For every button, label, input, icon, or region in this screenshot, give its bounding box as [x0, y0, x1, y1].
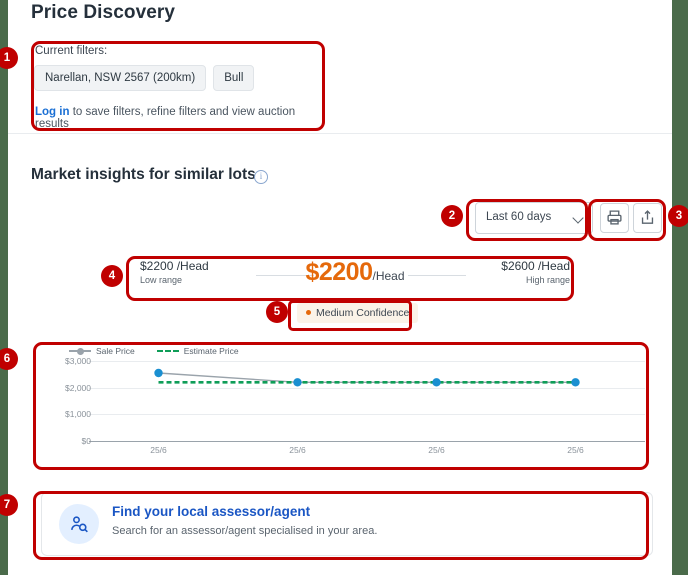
main-price-unit: /Head	[372, 269, 405, 283]
print-button[interactable]	[600, 203, 629, 233]
chart-y-tick-label: $2,000	[65, 382, 91, 393]
chart-legend: Sale Price Estimate Price	[69, 346, 239, 356]
share-icon	[641, 210, 654, 224]
chart-series-svg	[154, 368, 580, 387]
high-range-block: $2600 /Head High range	[501, 259, 570, 285]
annotation-badge-5: 5	[266, 301, 288, 323]
find-assessor-card[interactable]: Find your local assessor/agent Search fo…	[41, 492, 653, 556]
legend-swatch-dashed-icon	[156, 347, 179, 355]
legend-item-estimate-price: Estimate Price	[156, 346, 239, 356]
price-range-row: $2200 /Head Low range $2200/Head $2600 /…	[134, 258, 576, 294]
chart-gridline	[89, 441, 645, 442]
main-price-amount: $2200	[305, 258, 373, 286]
price-rule-right	[408, 275, 466, 276]
annotation-badge-2: 2	[441, 205, 463, 227]
confidence-label: Medium Confidence	[316, 307, 410, 319]
chart-x-tick-label: 25/6	[567, 445, 584, 455]
legend-label-sale-price: Sale Price	[96, 346, 135, 356]
legend-label-estimate-price: Estimate Price	[183, 346, 239, 356]
chart-x-tick-label: 25/6	[428, 445, 445, 455]
date-range-value: Last 60 days	[486, 211, 552, 223]
confidence-dot-icon	[306, 310, 311, 315]
info-icon[interactable]: i	[254, 170, 268, 184]
market-insights-title: Market insights for similar lots	[31, 166, 256, 183]
chart-x-tick-label: 25/6	[150, 445, 167, 455]
filter-chip-category[interactable]: Bull	[213, 65, 255, 91]
price-discovery-page: Price Discovery Current filters: Narella…	[8, 0, 672, 575]
annotation-badge-3: 3	[668, 205, 688, 227]
annotation-badge-4: 4	[101, 265, 123, 287]
chart-plot-area: $0 $1,000 $2,000 $3,000 25/6 25/6 25/6 25/6	[65, 356, 645, 455]
chart-x-tick-label: 25/6	[289, 445, 306, 455]
chart-y-tick-label: $1,000	[65, 409, 91, 420]
filter-chip-location[interactable]: Narellan, NSW 2567 (200km)	[34, 65, 207, 91]
legend-item-sale-price: Sale Price	[69, 346, 135, 356]
chevron-down-icon	[572, 212, 584, 224]
current-filters-card: Current filters: Narellan, NSW 2567 (200…	[31, 41, 321, 130]
confidence-badge: Medium Confidence	[297, 303, 419, 323]
print-icon	[607, 210, 622, 225]
date-range-select[interactable]: Last 60 days	[475, 202, 593, 234]
share-button[interactable]	[633, 203, 662, 233]
price-chart: Sale Price Estimate Price $0 $1,000 $2,000…	[41, 343, 651, 465]
login-link[interactable]: Log in	[35, 106, 70, 118]
person-search-icon	[59, 504, 99, 544]
find-assessor-title: Find your local assessor/agent	[112, 504, 311, 519]
section-divider	[8, 133, 672, 134]
login-prompt: Log in to save filters, refine filters a…	[35, 106, 321, 130]
legend-swatch-solid-icon	[69, 347, 91, 355]
page-title: Price Discovery	[31, 2, 176, 23]
chart-data-point[interactable]	[571, 378, 580, 387]
chart-y-tick-label: $3,000	[65, 356, 91, 366]
find-assessor-subtitle: Search for an assessor/agent specialised…	[112, 525, 378, 537]
filter-chip-list: Narellan, NSW 2567 (200km) Bull	[34, 65, 255, 91]
high-range-amount: $2600 /Head	[501, 259, 570, 273]
current-filters-label: Current filters:	[35, 45, 108, 57]
login-prompt-text: to save filters, refine filters and view…	[35, 106, 296, 130]
chart-data-point[interactable]	[293, 378, 302, 387]
high-range-caption: High range	[525, 275, 570, 285]
chart-data-point[interactable]	[432, 378, 441, 387]
chart-data-point[interactable]	[154, 368, 163, 378]
